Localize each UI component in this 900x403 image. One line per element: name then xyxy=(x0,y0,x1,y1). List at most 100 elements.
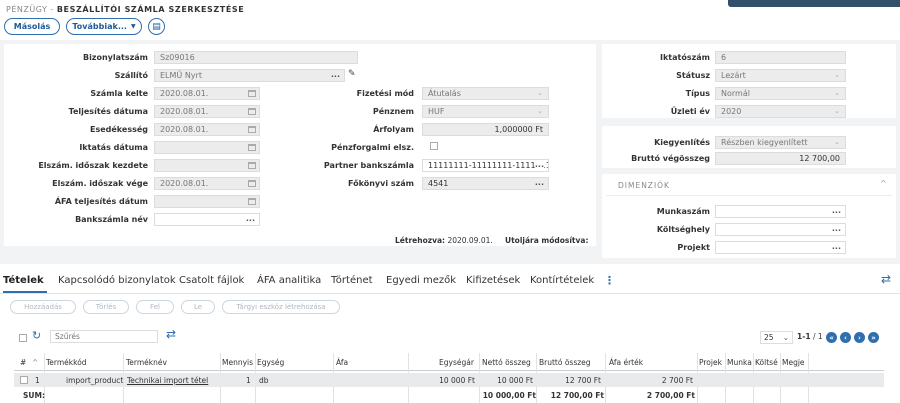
chevron-down-icon: ⌄ xyxy=(834,138,840,146)
col-mennyiseg[interactable]: Mennyis xyxy=(222,358,253,367)
arfolyam-field[interactable]: 1,000000 Ft xyxy=(422,123,549,136)
afa-teljesites-field[interactable] xyxy=(154,195,260,208)
iktatas-field[interactable] xyxy=(154,141,260,154)
col-num: # xyxy=(20,358,27,367)
calendar-icon[interactable] xyxy=(248,162,256,169)
brutto-vegosszeg-field[interactable]: 12 700,00 xyxy=(715,152,846,165)
lookup-dots-icon[interactable]: ... xyxy=(331,70,340,80)
cell-afa-ertek: 2 700 Ft xyxy=(661,376,693,385)
tab-kontirtetelek[interactable]: Kontírtételek xyxy=(530,275,594,286)
tab-afa-analitika[interactable]: ÁFA analitika xyxy=(257,275,321,286)
koltseghely-field[interactable]: ... xyxy=(715,223,846,236)
created-info: Létrehozva: 2020.09.01. xyxy=(395,236,493,245)
penznem-select[interactable]: HUF ⌄ xyxy=(422,105,549,118)
calendar-icon[interactable] xyxy=(248,126,256,133)
calendar-icon[interactable] xyxy=(248,144,256,151)
kiegyenlites-select[interactable]: Részben kiegyenlített ⌄ xyxy=(715,136,846,149)
col-netto[interactable]: Nettó összeg xyxy=(482,358,531,367)
cell-termeknev-link[interactable]: Technikai import tétel xyxy=(127,376,208,385)
elszam-kezdete-field[interactable] xyxy=(154,159,260,172)
tipus-label: Típus xyxy=(685,89,710,98)
projekt-label: Projekt xyxy=(677,243,710,252)
tabs-divider xyxy=(0,293,900,294)
col-afa-ertek[interactable]: Áfa érték xyxy=(609,358,643,367)
modified-info: Utoljára módosítva: xyxy=(505,236,589,245)
cell-mennyiseg: 1 xyxy=(246,376,251,385)
elszam-vege-field[interactable]: 2020.08.01. xyxy=(154,177,260,190)
partner-bankszamla-field[interactable]: 11111111-11111111-11111111... xyxy=(422,159,549,172)
up-button[interactable]: Fel xyxy=(136,300,174,314)
tipus-select[interactable]: Normál ⌄ xyxy=(715,87,846,100)
clipboard-button[interactable]: ▤ xyxy=(148,18,165,35)
lookup-dots-icon[interactable]: ... xyxy=(832,206,841,216)
edit-icon[interactable]: ✎ xyxy=(348,69,356,79)
swap-columns-icon[interactable]: ⇄ xyxy=(166,327,176,341)
row-checkbox[interactable] xyxy=(20,376,28,384)
chevron-down-icon: ▼ xyxy=(130,23,136,30)
cell-netto: 10 000 Ft xyxy=(497,376,533,385)
add-button[interactable]: Hozzáadás xyxy=(10,300,76,314)
tab-csatolt[interactable]: Csatolt fájlok xyxy=(179,275,244,286)
select-all-checkbox[interactable] xyxy=(19,334,27,342)
header-banner xyxy=(728,0,900,7)
munkaszam-field[interactable]: ... xyxy=(715,205,846,218)
col-afa[interactable]: Áfa xyxy=(336,358,348,367)
szallito-field[interactable]: ELMŰ Nyrt... xyxy=(154,69,345,82)
lookup-dots-icon[interactable]: ... xyxy=(534,160,544,170)
uzleti-ev-select[interactable]: 2020 ⌄ xyxy=(715,105,846,118)
bizonylatszam-field[interactable]: Sz09016 xyxy=(154,51,358,64)
szamla-kelte-field[interactable]: 2020.08.01. xyxy=(154,87,260,100)
lookup-dots-icon[interactable]: ... xyxy=(246,214,255,224)
col-termeknev[interactable]: Terméknév xyxy=(126,358,167,367)
tab-tortenet[interactable]: Történet xyxy=(331,275,373,286)
tab-kifizetesek[interactable]: Kifizetések xyxy=(466,275,520,286)
copy-button[interactable]: Másolás xyxy=(4,18,60,35)
col-megjegyzes[interactable]: Megje xyxy=(782,358,805,367)
col-egyseg[interactable]: Egység xyxy=(257,358,284,367)
prev-page-icon[interactable]: ‹ xyxy=(840,332,851,343)
projekt-field[interactable]: ... xyxy=(715,241,846,254)
tab-egyedi[interactable]: Egyedi mezők xyxy=(386,275,456,286)
col-projekt[interactable]: Projek xyxy=(699,358,722,367)
lookup-dots-icon[interactable]: ... xyxy=(832,242,841,252)
next-page-icon[interactable]: › xyxy=(854,332,865,343)
statusz-select[interactable]: Lezárt ⌄ xyxy=(715,69,846,82)
last-page-icon[interactable]: » xyxy=(868,332,879,343)
koltseghely-label: Költséghely xyxy=(656,225,710,234)
bankszamla-nev-field[interactable]: ... xyxy=(154,213,260,226)
more-tabs-icon[interactable]: ⋮ xyxy=(604,274,615,287)
tab-tetelek[interactable]: Tételek xyxy=(3,275,44,286)
calendar-icon[interactable] xyxy=(248,108,256,115)
calendar-icon[interactable] xyxy=(248,90,256,97)
collapse-chevron-icon[interactable]: ^ xyxy=(880,179,887,188)
tab-kapcsolodo[interactable]: Kapcsolódó bizonylatok xyxy=(58,275,176,286)
col-brutto[interactable]: Bruttó összeg xyxy=(539,358,591,367)
fokonyvi-szam-field[interactable]: 4541... xyxy=(422,177,549,190)
col-termekkod[interactable]: Termékkód xyxy=(46,358,87,367)
penzforgalmi-checkbox[interactable] xyxy=(430,142,438,150)
sort-icon[interactable]: ^ xyxy=(32,358,38,367)
col-egysegar[interactable]: Egységár xyxy=(439,358,474,367)
iktatoszam-field[interactable]: 6 xyxy=(715,51,846,64)
teljesites-field[interactable]: 2020.08.01. xyxy=(154,105,260,118)
lookup-dots-icon[interactable]: ... xyxy=(832,224,841,234)
filter-input[interactable] xyxy=(50,330,158,343)
calendar-icon[interactable] xyxy=(248,180,256,187)
delete-button[interactable]: Törlés xyxy=(83,300,129,314)
lookup-dots-icon[interactable]: ... xyxy=(535,178,544,188)
down-button[interactable]: Le xyxy=(181,300,215,314)
esedekesseg-field[interactable]: 2020.08.01. xyxy=(154,123,260,136)
first-page-icon[interactable]: « xyxy=(826,332,837,343)
col-munka[interactable]: Munka xyxy=(727,358,752,367)
col-koltseg[interactable]: Költsé xyxy=(755,358,778,367)
create-asset-button[interactable]: Tárgyi eszköz létrehozása xyxy=(222,300,340,314)
refresh-icon[interactable]: ↻ xyxy=(32,329,41,342)
breadcrumb: PÉNZÜGY - BESZÁLLÍTÓI SZÁMLA SZERKESZTÉS… xyxy=(6,5,245,14)
calendar-icon[interactable] xyxy=(248,198,256,205)
more-button[interactable]: Továbbiak... ▼ xyxy=(66,18,142,35)
statusz-label: Státusz xyxy=(676,71,710,80)
page-size-select[interactable]: 25 ⌄ xyxy=(760,331,793,344)
fizetesi-mod-select[interactable]: Átutalás ⌄ xyxy=(422,87,549,100)
swap-icon[interactable]: ⇄ xyxy=(881,272,891,286)
partner-bankszamla-label: Partner bankszámla xyxy=(323,161,414,170)
